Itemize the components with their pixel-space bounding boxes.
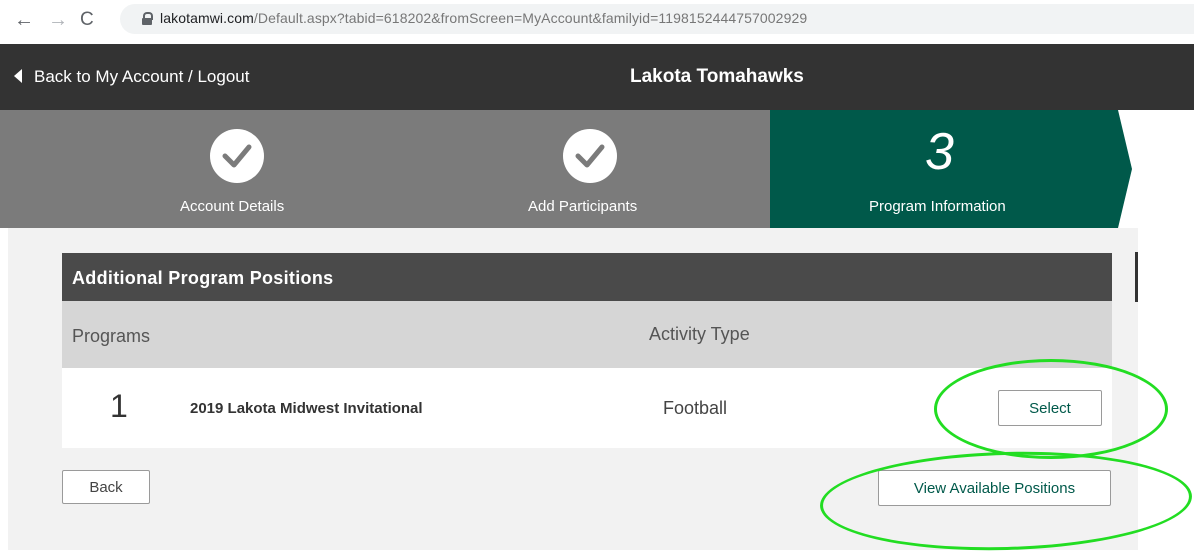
app-header: Back to My Account / Logout Lakota Tomah… xyxy=(0,44,1194,110)
completed-steps-bar xyxy=(0,110,770,228)
back-to-account-link[interactable]: Back to My Account / Logout xyxy=(14,67,249,87)
caret-left-icon xyxy=(14,69,22,83)
step-account-details: Account Details xyxy=(180,198,285,215)
progress-steps: Account Details Add Participants 3 Progr… xyxy=(0,110,1194,228)
browser-toolbar: ← → C lakotamwi.com/Default.aspx?tabid=6… xyxy=(0,0,1194,42)
step-program-information: Program Information xyxy=(869,198,1006,215)
activity-type: Football xyxy=(663,398,728,418)
url-text: lakotamwi.com/Default.aspx?tabid=618202&… xyxy=(160,10,808,26)
page-title: Lakota Tomahawks xyxy=(630,66,804,87)
reload-icon[interactable]: C xyxy=(80,8,94,32)
step-number: 3 xyxy=(925,123,954,181)
program-name: 2019 Lakota Midwest Invitational xyxy=(190,400,423,417)
active-step-arrow xyxy=(1118,110,1132,228)
column-header-programs: Programs xyxy=(72,326,151,346)
panel-header: Additional Program Positions xyxy=(62,253,1112,301)
lock-icon xyxy=(142,12,153,25)
table-header: Programs Activity Type xyxy=(62,301,1112,368)
back-arrow-icon[interactable]: ← xyxy=(14,8,34,32)
step-add-participants: Add Participants xyxy=(528,198,638,215)
divider xyxy=(1135,252,1138,302)
column-header-activity-type: Activity Type xyxy=(649,324,750,344)
row-number: 1 xyxy=(110,388,128,424)
back-button[interactable]: Back xyxy=(62,470,150,504)
back-link-label: Back to My Account / Logout xyxy=(34,67,250,86)
check-icon xyxy=(210,129,264,183)
check-icon xyxy=(563,129,617,183)
address-bar[interactable]: lakotamwi.com/Default.aspx?tabid=618202&… xyxy=(120,4,1194,34)
annotation-circle-select xyxy=(934,359,1168,459)
forward-arrow-icon[interactable]: → xyxy=(48,8,68,32)
panel-title: Additional Program Positions xyxy=(72,268,334,288)
